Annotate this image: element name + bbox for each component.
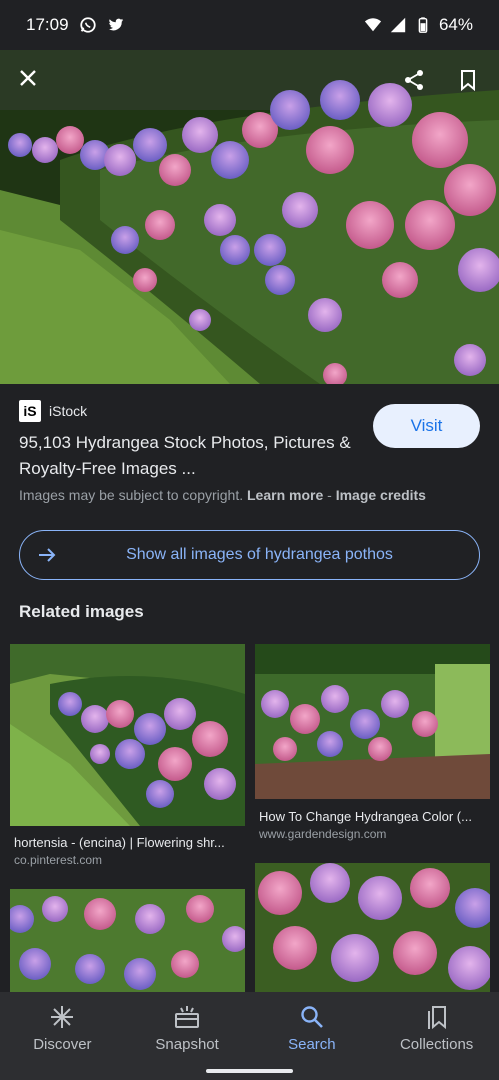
- hydrangea-thumbnail: [10, 644, 245, 826]
- nav-label-search: Search: [288, 1036, 336, 1053]
- status-time: 17:09: [26, 15, 69, 34]
- asterisk-icon: [51, 1006, 74, 1028]
- istock-logo: iS: [19, 400, 41, 422]
- share-icon: [405, 70, 423, 90]
- learn-more-link[interactable]: Learn more: [247, 487, 323, 503]
- twitter-icon: [108, 18, 123, 31]
- wifi-icon: [364, 18, 382, 32]
- result-title[interactable]: 95,103 Hydrangea Stock Photos, Pictures …: [19, 430, 364, 482]
- related-caption-2[interactable]: How To Change Hydrangea Color (...: [259, 809, 487, 824]
- arrow-right-icon: [39, 548, 56, 562]
- hydrangea-thumbnail: [10, 889, 245, 992]
- nav-collections[interactable]: Collections: [374, 992, 499, 1080]
- related-image-4[interactable]: [255, 863, 490, 992]
- hydrangea-thumbnail: [255, 863, 490, 992]
- related-image-1[interactable]: [10, 644, 245, 826]
- nav-discover[interactable]: Discover: [0, 992, 125, 1080]
- related-source-2: www.gardendesign.com: [259, 827, 387, 841]
- hydrangea-photo: [0, 50, 499, 384]
- collections-icon: [427, 1006, 446, 1030]
- source-row[interactable]: iS iStock: [19, 400, 87, 422]
- copyright-notice: Images may be subject to copyright. Lear…: [19, 487, 426, 503]
- status-bar: 17:09 64%: [0, 0, 499, 50]
- nav-search[interactable]: Search: [250, 992, 375, 1080]
- source-name: iStock: [49, 403, 88, 419]
- nav-snapshot[interactable]: Snapshot: [125, 992, 250, 1080]
- signal-icon: [390, 17, 406, 33]
- home-indicator[interactable]: [206, 1069, 293, 1073]
- nav-label-snapshot: Snapshot: [155, 1036, 219, 1053]
- separator: -: [327, 487, 332, 503]
- bookmark-icon: [461, 70, 475, 91]
- image-credits-link[interactable]: Image credits: [336, 487, 426, 503]
- related-image-3[interactable]: [10, 889, 245, 992]
- show-all-images-button[interactable]: Show all images of hydrangea pothos: [19, 530, 480, 580]
- snapshot-icon: [175, 1006, 200, 1028]
- whatsapp-icon: [79, 17, 96, 33]
- search-icon: [301, 1006, 323, 1028]
- battery-icon: [418, 17, 428, 33]
- related-source-1: co.pinterest.com: [14, 853, 103, 867]
- battery-percent: 64%: [438, 15, 473, 34]
- hero-image[interactable]: [0, 50, 499, 384]
- visit-button[interactable]: Visit: [373, 404, 480, 448]
- related-images-heading: Related images: [19, 602, 144, 621]
- related-image-2[interactable]: [255, 644, 490, 799]
- close-icon: [20, 70, 36, 86]
- share-button[interactable]: [398, 64, 430, 96]
- show-all-label: Show all images of hydrangea pothos: [126, 546, 393, 563]
- related-caption-1[interactable]: hortensia - (encina) | Flowering shr...: [14, 835, 244, 850]
- nav-label-collections: Collections: [399, 1036, 474, 1053]
- hydrangea-thumbnail: [255, 644, 490, 799]
- close-button[interactable]: [12, 62, 44, 94]
- nav-label-discover: Discover: [33, 1036, 92, 1053]
- copyright-text: Images may be subject to copyright.: [19, 487, 244, 503]
- save-button[interactable]: [452, 64, 484, 96]
- bottom-navigation: Discover Snapshot Search Collections: [0, 992, 499, 1080]
